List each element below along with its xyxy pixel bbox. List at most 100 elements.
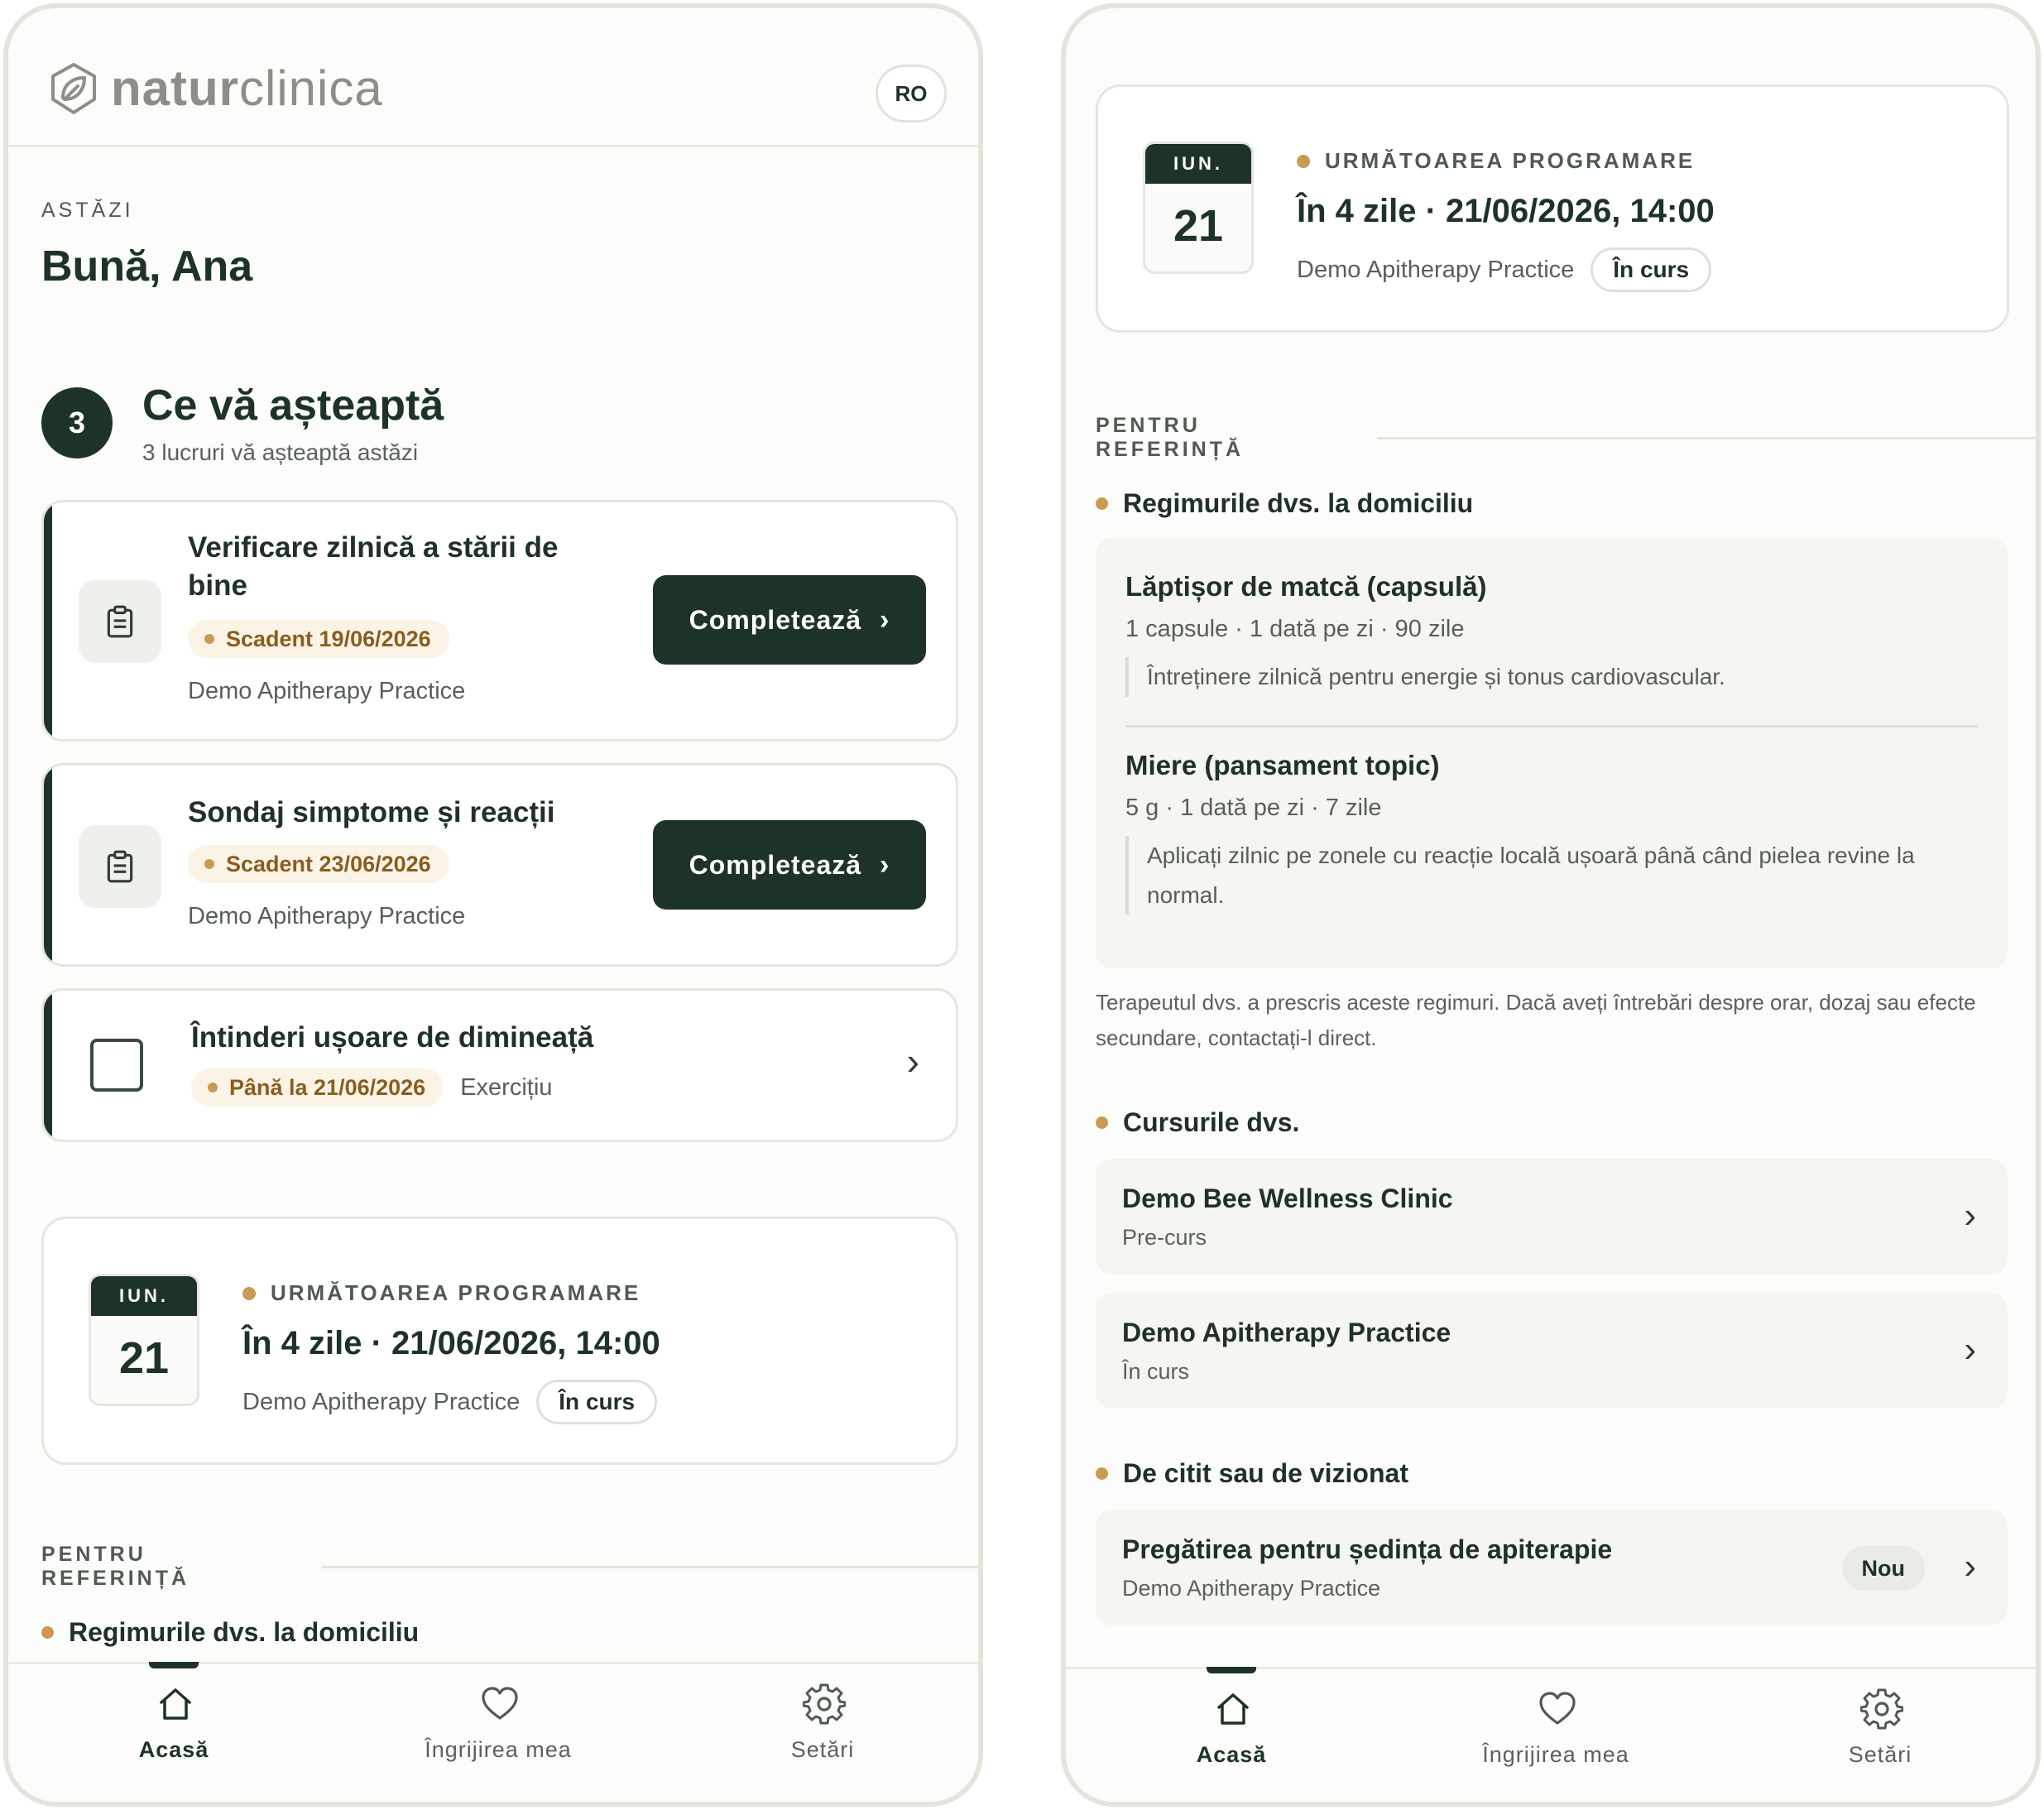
tab-label: Îngrijirea mea bbox=[1482, 1742, 1629, 1767]
brand-name-light: clinica bbox=[239, 60, 383, 116]
course-status: În curs bbox=[1122, 1359, 1190, 1384]
course-row[interactable]: Demo Apitherapy Practice În curs › bbox=[1096, 1293, 2008, 1409]
heart-icon bbox=[1539, 1692, 1576, 1725]
clipboard-icon bbox=[107, 605, 133, 638]
tab-label: Setări bbox=[1848, 1742, 1912, 1767]
calendar-month: IUN. bbox=[1145, 144, 1251, 184]
course-status: Pre-curs bbox=[1122, 1225, 1207, 1250]
reference-section-heading: PENTRU REFERINȚĂ bbox=[41, 1543, 978, 1591]
phone-screen-home-scrolled: IUN. 21 URMĂTOAREA PROGRAMARE În 4 zile … bbox=[1061, 3, 2041, 1807]
regimen-dosage: 5 g · 1 dată pe zi · 7 zile bbox=[1125, 795, 1382, 821]
divider bbox=[1376, 436, 2036, 439]
task-title: Sondaj simptome și reacții bbox=[188, 796, 555, 828]
regimens-list: Lăptișor de matcă (capsulă) 1 capsule · … bbox=[1096, 538, 2008, 968]
tab-home[interactable]: Acasă bbox=[1099, 1667, 1364, 1802]
next-appointment-card[interactable]: IUN. 21 URMĂTOAREA PROGRAMARE În 4 zile … bbox=[41, 1217, 958, 1465]
courses-heading: Cursurile dvs. bbox=[1096, 1107, 1299, 1138]
tab-label: Acasă bbox=[1196, 1742, 1267, 1767]
regimen-dosage: 1 capsule · 1 dată pe zi · 90 zile bbox=[1125, 616, 1465, 642]
home-icon bbox=[1217, 1693, 1249, 1725]
reference-heading-label: PENTRU REFERINȚĂ bbox=[1096, 414, 1245, 461]
brand-name-bold: natur bbox=[111, 60, 239, 116]
task-icon-box bbox=[79, 580, 161, 663]
language-switch-button[interactable]: RO bbox=[876, 65, 947, 122]
chevron-right-icon: › bbox=[880, 603, 890, 636]
status-badge: În curs bbox=[536, 1380, 658, 1424]
task-title: Întinderi ușoare de dimineață bbox=[191, 1021, 594, 1054]
greeting-title: Bună, Ana bbox=[41, 242, 253, 290]
calendar-date-badge: IUN. 21 bbox=[1143, 142, 1254, 274]
complete-button[interactable]: Completează › bbox=[653, 575, 926, 665]
task-title: Verificare zilnică a stării de bine bbox=[188, 529, 558, 604]
leaf-logo-icon bbox=[51, 63, 96, 114]
gear-icon bbox=[1860, 1688, 1903, 1730]
calendar-month: IUN. bbox=[91, 1276, 197, 1316]
bottom-tab-bar: Acasă Îngrijirea mea Setări bbox=[8, 1662, 978, 1802]
regimen-name: Miere (pansament topic) bbox=[1125, 750, 1440, 780]
chevron-right-icon: › bbox=[1964, 1195, 1976, 1236]
course-name: Demo Apitherapy Practice bbox=[1122, 1318, 1451, 1347]
task-title-line-2: bine bbox=[188, 569, 247, 602]
calendar-date-badge: IUN. 21 bbox=[89, 1274, 199, 1406]
divider bbox=[1125, 725, 1978, 727]
pending-count-badge: 3 bbox=[41, 387, 113, 459]
tab-label: Îngrijirea mea bbox=[425, 1737, 572, 1762]
complete-button-label: Completează bbox=[689, 849, 862, 880]
tab-label: Acasă bbox=[138, 1737, 209, 1762]
reference-section-heading: PENTRU REFERINȚĂ bbox=[1096, 414, 2036, 462]
task-card-morning-stretches[interactable]: Întinderi ușoare de dimineață Până la 21… bbox=[41, 988, 958, 1142]
tab-my-care[interactable]: Îngrijirea mea bbox=[366, 1664, 631, 1802]
next-appointment-card[interactable]: IUN. 21 URMĂTOAREA PROGRAMARE În 4 zile … bbox=[1096, 84, 2009, 333]
chevron-right-icon: › bbox=[1964, 1329, 1976, 1370]
complete-button-label: Completează bbox=[689, 604, 862, 635]
regimens-heading: Regimurile dvs. la domiciliu bbox=[1096, 488, 1473, 519]
tab-settings[interactable]: Setări bbox=[1748, 1669, 2013, 1802]
appointment-datetime: În 4 zile · 21/06/2026, 14:00 bbox=[1297, 193, 1715, 229]
reading-organization: Demo Apitherapy Practice bbox=[1122, 1576, 1381, 1601]
regimen-name: Lăptișor de matcă (capsulă) bbox=[1125, 571, 1487, 602]
regimen-note: Aplicați zilnic pe zonele cu reacție loc… bbox=[1125, 836, 1970, 915]
phone-screen-home-top: naturclinica RO ASTĂZI Bună, Ana 3 Ce vă… bbox=[3, 3, 983, 1807]
pending-section-title: Ce vă așteaptă bbox=[142, 382, 444, 430]
tab-my-care[interactable]: Îngrijirea mea bbox=[1423, 1669, 1688, 1802]
active-tab-indicator bbox=[1207, 1667, 1256, 1673]
appointment-organization: Demo Apitherapy Practice bbox=[242, 1388, 521, 1415]
tab-home[interactable]: Acasă bbox=[41, 1662, 306, 1802]
task-title-line-1: Verificare zilnică a stării de bbox=[188, 531, 559, 564]
today-eyebrow: ASTĂZI bbox=[41, 199, 134, 222]
task-checkbox[interactable] bbox=[90, 1039, 143, 1092]
task-kind: Exercițiu bbox=[460, 1073, 553, 1101]
reading-title: Pregătirea pentru ședința de apiterapie bbox=[1122, 1534, 1613, 1564]
calendar-day: 21 bbox=[118, 1333, 170, 1383]
task-icon-box bbox=[79, 825, 161, 908]
appointment-organization: Demo Apitherapy Practice bbox=[1297, 256, 1575, 283]
chevron-right-icon: › bbox=[1964, 1546, 1976, 1587]
clipboard-icon bbox=[107, 850, 133, 883]
regimens-disclaimer: Terapeutul dvs. a prescris aceste regimu… bbox=[1096, 990, 1976, 1050]
task-organization: Demo Apitherapy Practice bbox=[188, 903, 466, 929]
task-card-wellbeing-check[interactable]: Verificare zilnică a stării de bine Scad… bbox=[41, 500, 958, 742]
appointment-datetime: În 4 zile · 21/06/2026, 14:00 bbox=[242, 1325, 660, 1361]
course-row[interactable]: Demo Bee Wellness Clinic Pre-curs › bbox=[1096, 1159, 2008, 1275]
new-badge: Nou bbox=[1841, 1546, 1925, 1591]
brand-logo[interactable]: naturclinica bbox=[46, 61, 383, 116]
tab-settings[interactable]: Setări bbox=[690, 1664, 955, 1802]
complete-button[interactable]: Completează › bbox=[653, 820, 926, 910]
home-icon bbox=[160, 1688, 191, 1720]
due-date-badge: Scadent 23/06/2026 bbox=[188, 845, 449, 883]
pending-section-header: 3 Ce vă așteaptă 3 lucruri vă așteaptă a… bbox=[41, 382, 444, 466]
gear-icon bbox=[803, 1683, 846, 1725]
calendar-day: 21 bbox=[1173, 201, 1224, 251]
status-badge: În curs bbox=[1591, 247, 1712, 292]
reading-heading: De citit sau de vizionat bbox=[1096, 1458, 1408, 1489]
task-card-symptom-survey[interactable]: Sondaj simptome și reacții Scadent 23/06… bbox=[41, 763, 958, 967]
reading-item-row[interactable]: Pregătirea pentru ședința de apiterapie … bbox=[1096, 1510, 2008, 1625]
pending-section-subtitle: 3 lucruri vă așteaptă astăzi bbox=[142, 439, 419, 466]
divider bbox=[320, 1565, 978, 1568]
course-name: Demo Bee Wellness Clinic bbox=[1122, 1183, 1453, 1213]
app-header: naturclinica RO bbox=[8, 8, 978, 147]
chevron-right-icon: › bbox=[906, 1039, 919, 1083]
appointment-eyebrow: URMĂTOAREA PROGRAMARE bbox=[1297, 148, 1695, 174]
bottom-tab-bar: Acasă Îngrijirea mea Setări bbox=[1066, 1667, 2036, 1802]
task-organization: Demo Apitherapy Practice bbox=[188, 678, 466, 704]
